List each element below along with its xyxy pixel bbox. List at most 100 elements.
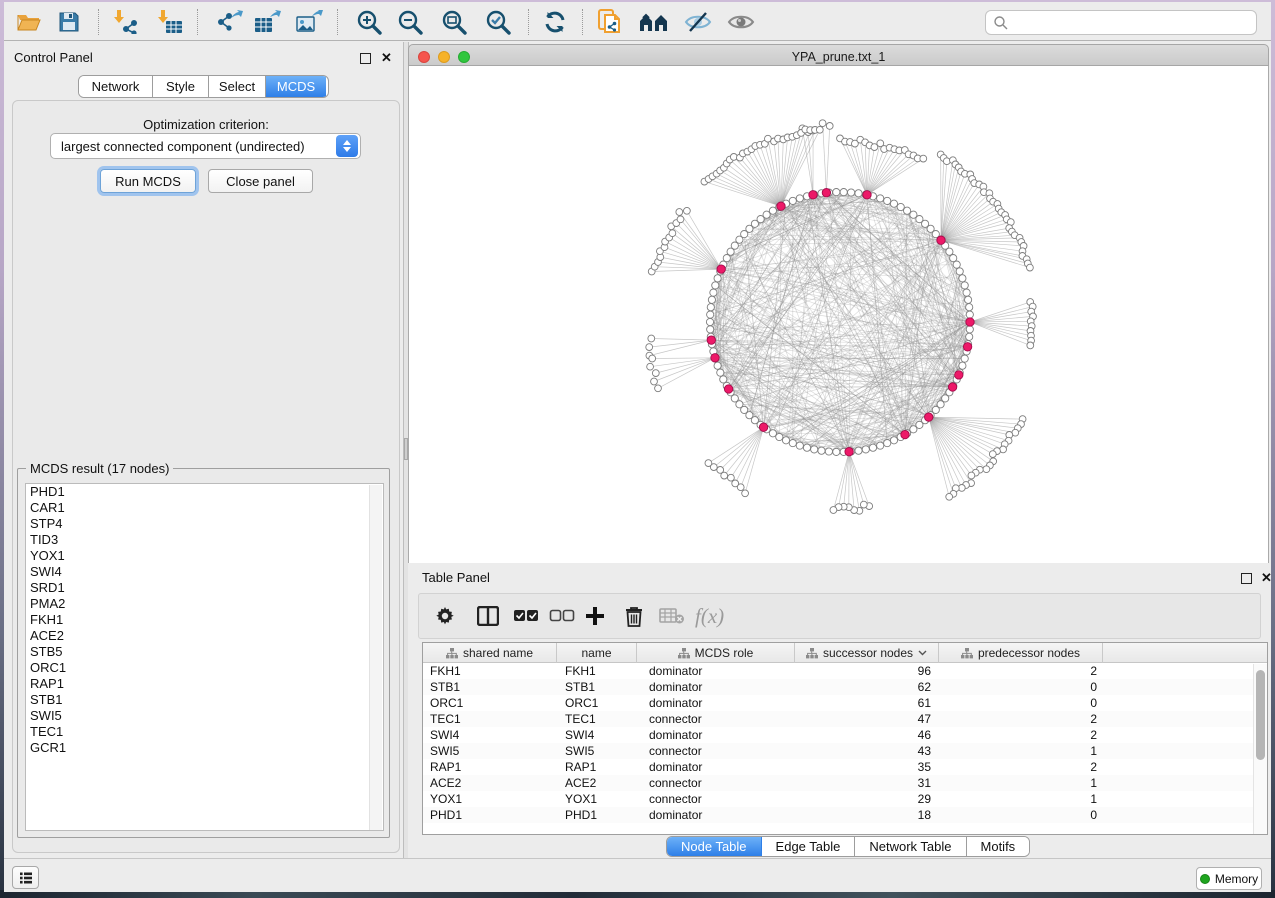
column-header-shared-name[interactable]: shared name: [423, 643, 557, 663]
import-table-icon[interactable]: [153, 10, 187, 34]
import-network-icon[interactable]: [109, 10, 143, 34]
apply-layout-refresh-icon[interactable]: [538, 10, 572, 34]
show-all-eye-icon[interactable]: [724, 10, 758, 34]
table-scrollbar[interactable]: [1253, 664, 1267, 835]
close-panel-button[interactable]: Close panel: [208, 169, 313, 193]
float-panel-icon[interactable]: [360, 53, 371, 64]
table-cell: SWI4: [557, 727, 637, 743]
close-panel-icon[interactable]: ✕: [381, 52, 392, 63]
mcds-result-item[interactable]: TID3: [26, 532, 383, 548]
mcds-result-item[interactable]: STP4: [26, 516, 383, 532]
mcds-result-item[interactable]: ORC1: [26, 660, 383, 676]
search-icon: [993, 15, 1009, 31]
mcds-result-item[interactable]: STB1: [26, 692, 383, 708]
function-builder-fx-icon[interactable]: f(x): [695, 603, 724, 629]
network-view-window: YPA_prune.txt_1: [408, 42, 1269, 563]
tree-column-icon: [961, 648, 973, 659]
tab-network-table[interactable]: Network Table: [855, 837, 966, 856]
add-column-plus-icon[interactable]: [585, 603, 605, 629]
export-image-icon[interactable]: [292, 10, 326, 34]
float-table-panel-icon[interactable]: [1241, 573, 1252, 584]
mcds-result-item[interactable]: CAR1: [26, 500, 383, 516]
run-mcds-button[interactable]: Run MCDS: [100, 169, 196, 193]
tab-edge-table[interactable]: Edge Table: [762, 837, 856, 856]
table-row[interactable]: PHD1PHD1dominator180: [423, 807, 1267, 823]
delete-table-icon[interactable]: [659, 603, 685, 629]
mcds-result-item[interactable]: GCR1: [26, 740, 383, 756]
table-cell: STB1: [557, 679, 637, 695]
table-row[interactable]: SWI5SWI5connector431: [423, 743, 1267, 759]
table-cell: connector: [637, 743, 795, 759]
tab-node-table[interactable]: Node Table: [667, 837, 762, 856]
column-header-MCDS-role[interactable]: MCDS role: [637, 643, 795, 663]
mcds-result-item[interactable]: FKH1: [26, 612, 383, 628]
hide-selected-eye-icon[interactable]: [681, 10, 715, 34]
criterion-dropdown[interactable]: largest connected component (undirected): [50, 133, 361, 159]
open-file-icon[interactable]: [12, 10, 46, 34]
mcds-result-item[interactable]: PMA2: [26, 596, 383, 612]
export-table-icon[interactable]: [250, 10, 284, 34]
tab-mcds[interactable]: MCDS: [266, 76, 326, 97]
mcds-result-item[interactable]: PHD1: [26, 484, 383, 500]
tab-style[interactable]: Style: [153, 76, 209, 97]
network-canvas[interactable]: [408, 66, 1269, 563]
show-columns-icon[interactable]: [477, 603, 499, 629]
table-cell: PHD1: [557, 807, 637, 823]
save-session-icon[interactable]: [52, 10, 86, 34]
control-panel: Control Panel ✕ NetworkStyleSelectMCDS O…: [4, 42, 403, 859]
mcds-result-item[interactable]: ACE2: [26, 628, 383, 644]
search-input[interactable]: [1009, 15, 1239, 30]
table-row[interactable]: ORC1ORC1dominator610: [423, 695, 1267, 711]
close-table-panel-icon[interactable]: ✕: [1261, 572, 1272, 583]
column-header-predecessor-nodes[interactable]: predecessor nodes: [939, 643, 1103, 663]
mcds-result-item[interactable]: STB5: [26, 644, 383, 660]
deselect-all-unchecked-icon[interactable]: [549, 603, 575, 629]
table-cell: FKH1: [557, 663, 637, 679]
tab-select[interactable]: Select: [209, 76, 266, 97]
delete-column-trash-icon[interactable]: [625, 603, 643, 629]
table-row[interactable]: STB1STB1dominator620: [423, 679, 1267, 695]
mcds-result-list[interactable]: PHD1CAR1STP4TID3YOX1SWI4SRD1PMA2FKH1ACE2…: [25, 483, 384, 831]
copy-network-icon[interactable]: [593, 10, 627, 34]
column-header-successor-nodes[interactable]: successor nodes: [795, 643, 939, 663]
search-field[interactable]: [985, 10, 1257, 35]
tab-motifs[interactable]: Motifs: [967, 837, 1030, 856]
zoom-out-icon[interactable]: [393, 10, 427, 34]
table-cell: dominator: [637, 679, 795, 695]
network-window-titlebar[interactable]: YPA_prune.txt_1: [408, 44, 1269, 66]
table-panel: Table Panel ✕: [408, 563, 1271, 859]
table-row[interactable]: YOX1YOX1connector291: [423, 791, 1267, 807]
mcds-result-item[interactable]: YOX1: [26, 548, 383, 564]
node-table[interactable]: shared namenameMCDS rolesuccessor nodesp…: [422, 642, 1268, 835]
table-cell: 1: [939, 775, 1103, 791]
status-bar: Memory: [4, 858, 1271, 892]
mcds-result-item[interactable]: SWI4: [26, 564, 383, 580]
table-row[interactable]: TEC1TEC1connector472: [423, 711, 1267, 727]
table-row[interactable]: SWI4SWI4dominator462: [423, 727, 1267, 743]
mcds-result-item[interactable]: SWI5: [26, 708, 383, 724]
first-neighbors-icon[interactable]: [637, 10, 671, 34]
mcds-list-scrollbar[interactable]: [369, 485, 382, 831]
table-settings-gear-icon[interactable]: [435, 603, 455, 629]
table-row[interactable]: FKH1FKH1dominator962: [423, 663, 1267, 679]
mcds-result-item[interactable]: TEC1: [26, 724, 383, 740]
table-cell: TEC1: [423, 711, 557, 727]
table-cell: ORC1: [423, 695, 557, 711]
column-header-name[interactable]: name: [557, 643, 637, 663]
tab-network[interactable]: Network: [79, 76, 153, 97]
table-row[interactable]: RAP1RAP1dominator352: [423, 759, 1267, 775]
task-history-list-button[interactable]: [12, 866, 39, 889]
zoom-fit-icon[interactable]: [437, 10, 471, 34]
mcds-result-item[interactable]: SRD1: [26, 580, 383, 596]
memory-button[interactable]: Memory: [1196, 867, 1262, 890]
table-scrollbar-thumb[interactable]: [1256, 670, 1265, 760]
desktop-wallpaper-right: [1271, 0, 1275, 898]
select-all-checked-icon[interactable]: [513, 603, 539, 629]
zoom-in-icon[interactable]: [352, 10, 386, 34]
export-network-icon[interactable]: [212, 10, 246, 34]
memory-label: Memory: [1215, 872, 1258, 886]
table-row[interactable]: ACE2ACE2connector311: [423, 775, 1267, 791]
table-cell: SWI4: [423, 727, 557, 743]
zoom-selected-icon[interactable]: [481, 10, 515, 34]
mcds-result-item[interactable]: RAP1: [26, 676, 383, 692]
